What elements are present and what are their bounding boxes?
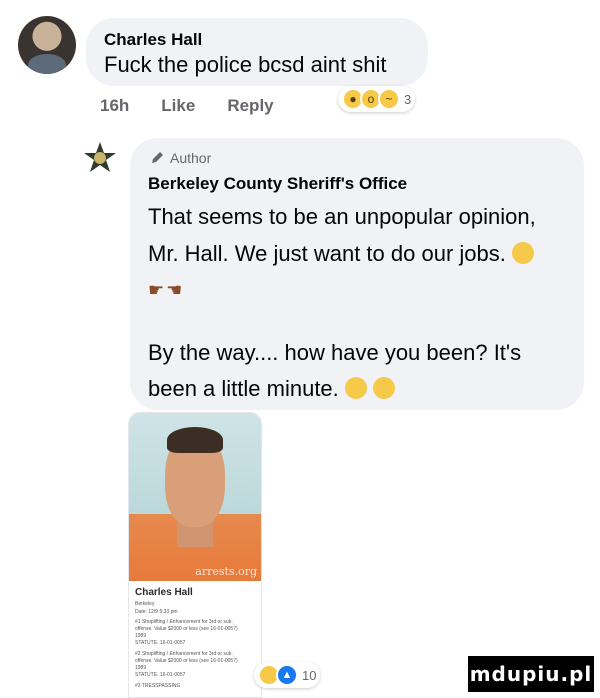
grimace-emoji-icon bbox=[372, 377, 395, 399]
reply-text-line: been a little minute. bbox=[148, 370, 568, 407]
record-line: 1989 bbox=[135, 633, 147, 639]
reply-text: been a little minute. bbox=[148, 376, 339, 401]
reply-emoji-line: ☛☚ bbox=[148, 270, 568, 309]
author-badge: Author bbox=[150, 150, 211, 166]
reply-button[interactable]: Reply bbox=[227, 96, 273, 116]
record-line: STATUTE: 16-01-0057 bbox=[135, 640, 186, 646]
flushed-emoji-icon bbox=[511, 242, 534, 264]
author-badge-label: Author bbox=[170, 150, 212, 166]
record-line: offense. Value $2000 or less (see 16-01-… bbox=[135, 658, 238, 664]
reaction-count: 3 bbox=[404, 91, 412, 107]
reaction-count: 10 bbox=[302, 667, 317, 683]
record-line: Date: 12/9 5:33 pm bbox=[135, 609, 178, 615]
commenter-avatar[interactable] bbox=[18, 16, 76, 74]
pen-icon bbox=[152, 152, 163, 163]
sad-reaction-icon: ~ bbox=[378, 88, 400, 110]
record-line: offense. Value $2000 or less (see 16-01-… bbox=[135, 626, 238, 632]
reply-text-line: That seems to be an unpopular opinion, bbox=[148, 204, 536, 229]
mugshot-hair bbox=[167, 427, 223, 453]
comment-author-name[interactable]: Charles Hall bbox=[104, 30, 202, 50]
record-line: #1 Shoplifting / Enhancement for 3rd or … bbox=[135, 619, 233, 625]
reply-text-line: Mr. Hall. We just want to do our jobs. bbox=[148, 235, 568, 272]
record-name: Charles Hall bbox=[135, 587, 193, 598]
reaction-summary[interactable]: ● o ~ 3 bbox=[338, 86, 416, 112]
comment-text: Fuck the police bcsd aint shit bbox=[104, 52, 387, 77]
reply-reaction-summary[interactable]: ▲ 10 bbox=[254, 662, 321, 688]
record-line: 1989 bbox=[135, 665, 147, 671]
reply-author-name[interactable]: Berkeley County Sheriff's Office bbox=[148, 174, 407, 194]
reply-text: Mr. Hall. We just want to do our jobs. bbox=[148, 241, 506, 266]
reply-text-line: By the way.... how have you been? It's bbox=[148, 340, 522, 365]
record-line: #3 TRESSPASSING bbox=[135, 683, 181, 689]
comment-actions: 16h Like Reply bbox=[100, 96, 274, 116]
record-line: STATUTE: 16-01-0057 bbox=[135, 672, 186, 678]
site-watermark: mdupiu.pl bbox=[468, 656, 594, 692]
comment-time[interactable]: 16h bbox=[100, 96, 129, 116]
mugshot-photo: arrests.org bbox=[129, 413, 261, 581]
upside-down-emoji-icon bbox=[344, 377, 367, 399]
like-button[interactable]: Like bbox=[161, 96, 195, 116]
mugshot-image[interactable]: arrests.org Charles Hall Berkeley Date: … bbox=[128, 412, 262, 698]
sheriff-star-icon[interactable] bbox=[82, 140, 118, 176]
record-line: #2 Shoplifting / Enhancement for 3rd or … bbox=[135, 651, 233, 657]
watermark-text: arrests.org bbox=[195, 565, 257, 578]
thumbs-up-icon: ▲ bbox=[276, 664, 298, 686]
pointing-hands-icon: ☛☚ bbox=[148, 280, 185, 300]
record-line: Berkeley bbox=[135, 601, 155, 607]
